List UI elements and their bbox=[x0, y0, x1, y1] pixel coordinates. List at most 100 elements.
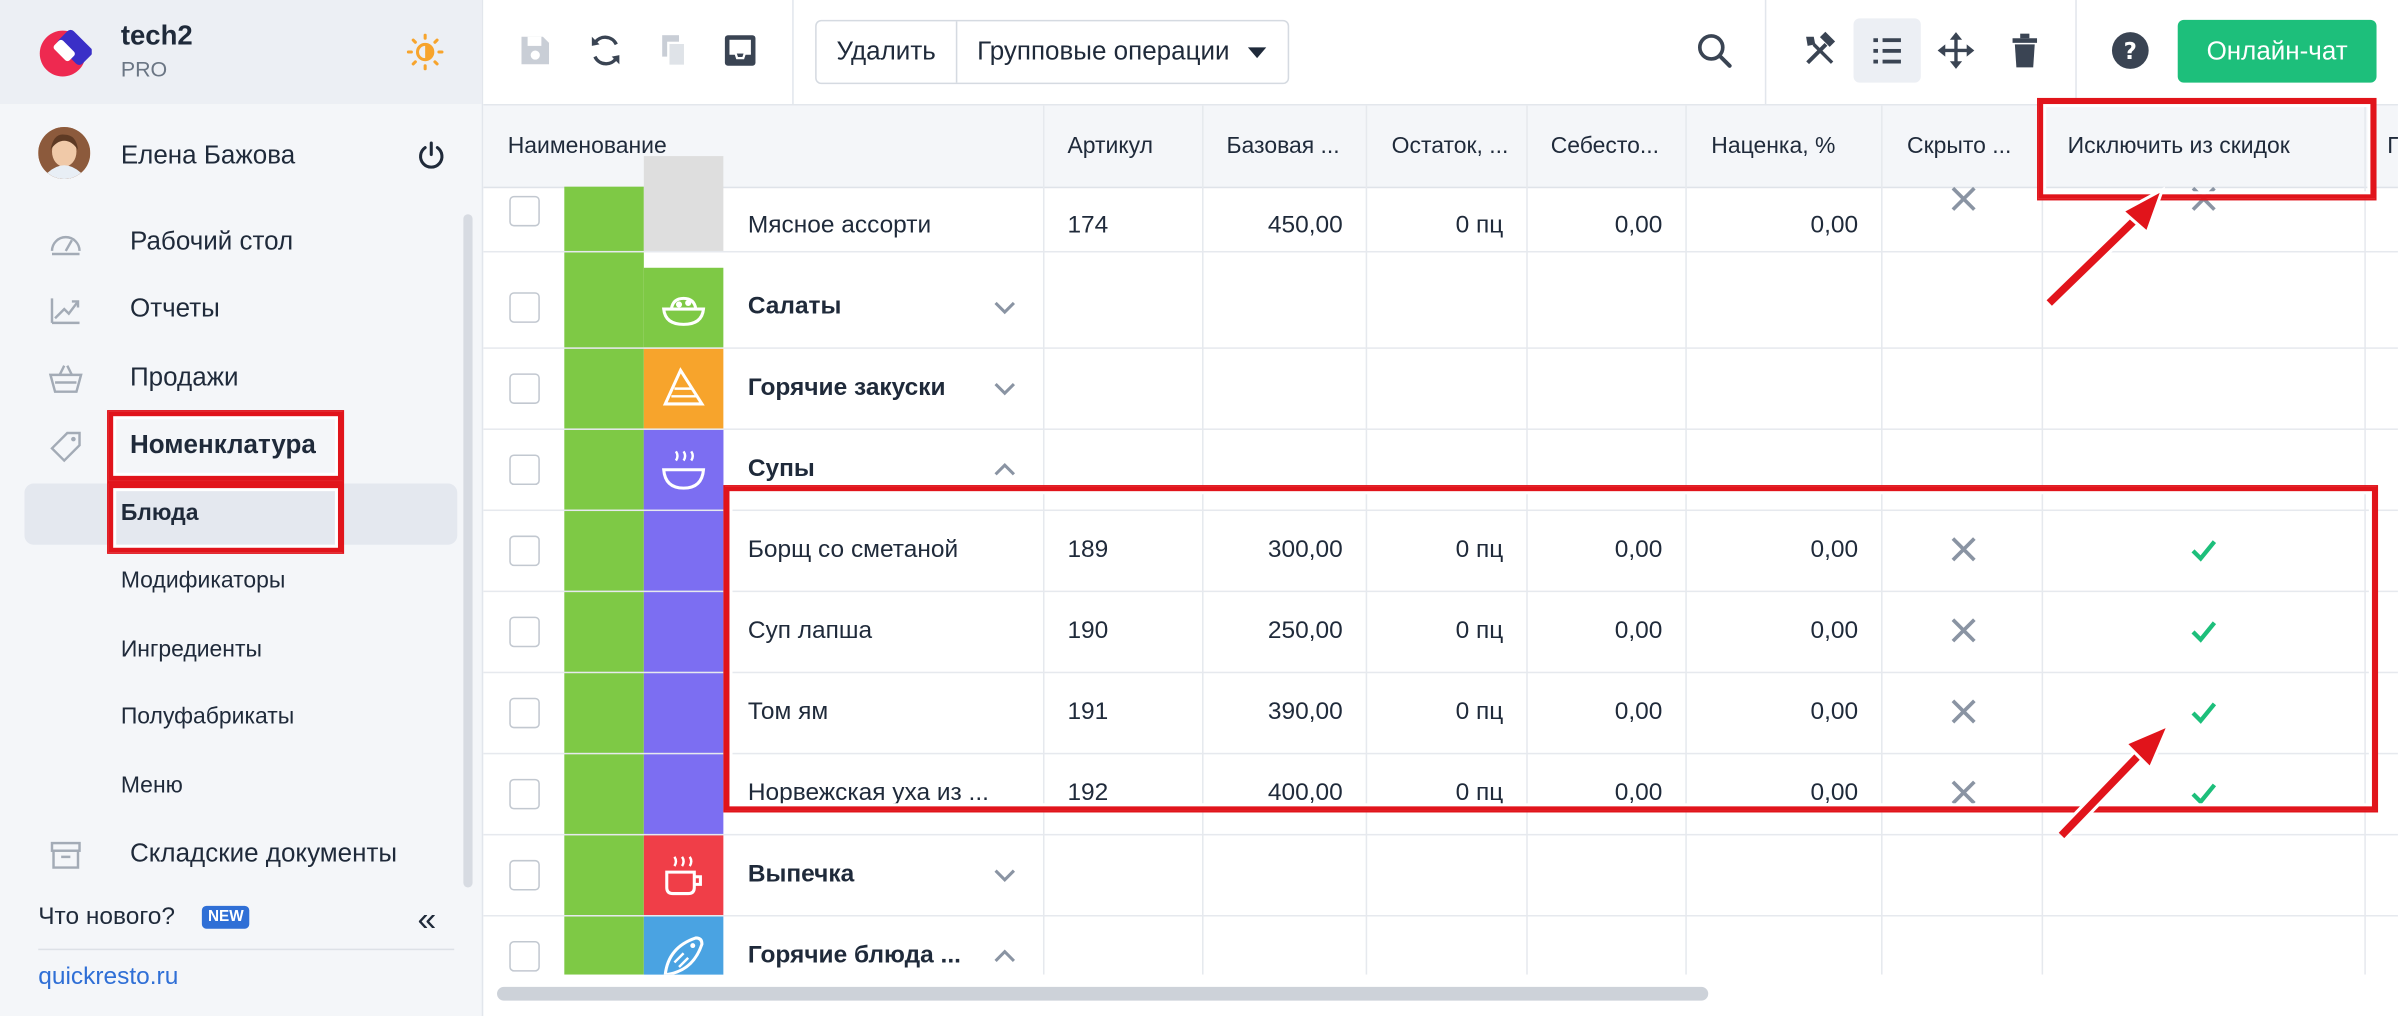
item-markup: 0,00 bbox=[1810, 618, 1859, 645]
toolbar: Удалить Групповые операции ? Онлайн-чат bbox=[483, 0, 2398, 106]
list-view-toggle[interactable] bbox=[1853, 18, 1921, 83]
collapse-sidebar-icon[interactable]: « bbox=[417, 900, 436, 940]
sub-label: Блюда bbox=[120, 500, 199, 527]
item-cost: 0,00 bbox=[1614, 212, 1663, 239]
site-link[interactable]: quickresto.ru bbox=[38, 964, 178, 992]
item-base-price: 250,00 bbox=[1267, 618, 1343, 645]
column-divider bbox=[1526, 105, 1528, 975]
inbox-icon[interactable] bbox=[720, 31, 760, 71]
sub-item-menu[interactable]: Меню bbox=[24, 756, 457, 817]
nav-item-warehouse[interactable]: Складские документы bbox=[0, 823, 459, 884]
row-checkbox[interactable] bbox=[509, 292, 540, 323]
item-stock: 0 пц bbox=[1455, 699, 1504, 726]
sub-item-ingredients[interactable]: Ингредиенты bbox=[24, 620, 457, 681]
category-tile bbox=[643, 267, 724, 348]
group-operations-dropdown[interactable]: Групповые операции bbox=[955, 21, 1288, 83]
item-stock: 0 пц bbox=[1455, 618, 1504, 645]
category-row[interactable]: Горячие блюда ... bbox=[483, 916, 2398, 975]
item-cost: 0,00 bbox=[1614, 699, 1663, 726]
group-operations-label: Групповые операции bbox=[977, 36, 1230, 66]
divider bbox=[1764, 0, 1767, 105]
item-sku: 192 bbox=[1067, 780, 1109, 807]
nav-item-dashboard[interactable]: Рабочий стол bbox=[0, 211, 459, 272]
theme-sun-icon[interactable] bbox=[406, 33, 444, 71]
divider bbox=[38, 948, 455, 951]
item-name: Борщ со сметаной bbox=[747, 537, 959, 564]
item-stock: 0 пц bbox=[1455, 212, 1504, 239]
category-row[interactable]: Горячие закуски bbox=[483, 348, 2398, 430]
sub-item-modifiers[interactable]: Модификаторы bbox=[24, 551, 457, 612]
column-divider bbox=[2364, 105, 2366, 975]
help-icon[interactable]: ? bbox=[2110, 31, 2150, 71]
category-row[interactable]: Супы bbox=[483, 429, 2398, 512]
nav-item-nomenclature[interactable]: Номенклатура bbox=[0, 415, 459, 476]
row-checkbox[interactable] bbox=[509, 535, 540, 567]
row-checkbox[interactable] bbox=[509, 859, 540, 891]
row-checkbox[interactable] bbox=[509, 697, 540, 729]
row-checkbox[interactable] bbox=[509, 454, 540, 486]
row-checkbox[interactable] bbox=[509, 195, 540, 227]
nav-label: Отчеты bbox=[129, 293, 220, 323]
whats-new-link[interactable]: Что нового? bbox=[38, 904, 175, 932]
svg-text:?: ? bbox=[2124, 39, 2137, 65]
sidebar: tech2 PRO Елена Бажова Рабочий стол Отче… bbox=[0, 0, 484, 1016]
chart-icon bbox=[50, 298, 80, 325]
sub-item-dishes[interactable]: Блюда bbox=[24, 483, 458, 545]
logo-icon bbox=[39, 29, 92, 77]
nav-label: Рабочий стол bbox=[129, 226, 294, 256]
copy-icon[interactable] bbox=[655, 31, 695, 71]
move-icon[interactable] bbox=[1936, 31, 1976, 71]
power-icon[interactable] bbox=[416, 141, 447, 172]
save-icon[interactable] bbox=[515, 31, 555, 71]
item-name: Том ям bbox=[747, 699, 829, 726]
column-divider bbox=[1881, 105, 1883, 975]
column-divider bbox=[1685, 105, 1687, 975]
online-chat-button[interactable]: Онлайн-чат bbox=[2177, 19, 2377, 83]
category-tile bbox=[643, 348, 724, 429]
category-name: Горячие блюда ... bbox=[747, 942, 961, 969]
item-base-price: 400,00 bbox=[1267, 780, 1343, 807]
annotation-arrow bbox=[2044, 186, 2166, 308]
nav-label: Складские документы bbox=[129, 838, 398, 868]
item-cost: 0,00 bbox=[1614, 537, 1663, 564]
column-divider bbox=[1042, 105, 1045, 975]
item-markup: 0,00 bbox=[1810, 537, 1859, 564]
nav-label: Номенклатура bbox=[129, 429, 316, 460]
dashboard-icon bbox=[50, 235, 81, 256]
item-cost: 0,00 bbox=[1614, 618, 1663, 645]
row-checkbox[interactable] bbox=[509, 778, 540, 810]
item-sku: 174 bbox=[1067, 212, 1109, 239]
trash-icon[interactable] bbox=[2005, 31, 2045, 71]
item-markup: 0,00 bbox=[1810, 699, 1859, 726]
row-checkbox[interactable] bbox=[509, 616, 540, 648]
item-stock: 0 пц bbox=[1455, 780, 1504, 807]
refresh-icon[interactable] bbox=[586, 31, 626, 71]
row-checkbox[interactable] bbox=[509, 941, 540, 972]
category-name: Горячие закуски bbox=[747, 374, 946, 401]
item-sku: 190 bbox=[1067, 618, 1109, 645]
tools-icon[interactable] bbox=[1800, 31, 1840, 71]
sub-label: Ингредиенты bbox=[120, 636, 262, 663]
row-checkbox[interactable] bbox=[509, 373, 540, 404]
nav-label: Продажи bbox=[129, 362, 239, 392]
sub-label: Модификаторы bbox=[120, 567, 286, 594]
table-row[interactable]: Суп лапша 190 250,00 0 пц 0,00 0,00 bbox=[483, 592, 2398, 674]
table-row[interactable]: Борщ со сметаной 189 300,00 0 пц 0,00 0,00 bbox=[483, 511, 2398, 593]
annotation-arrow bbox=[2056, 722, 2172, 841]
user-profile[interactable]: Елена Бажова bbox=[0, 122, 482, 189]
divider bbox=[792, 0, 794, 105]
horizontal-scrollbar[interactable] bbox=[497, 986, 1709, 1001]
list-icon bbox=[1873, 38, 1901, 64]
item-markup: 0,00 bbox=[1810, 780, 1859, 807]
item-base-price: 300,00 bbox=[1267, 537, 1343, 564]
category-tile bbox=[643, 835, 724, 915]
sidebar-scrollbar[interactable] bbox=[463, 214, 473, 888]
item-cost: 0,00 bbox=[1614, 780, 1663, 807]
search-icon[interactable] bbox=[1694, 31, 1734, 71]
basket-icon bbox=[48, 365, 83, 393]
column-divider bbox=[1202, 105, 1204, 975]
sub-item-semi-finished[interactable]: Полуфабрикаты bbox=[24, 687, 457, 748]
nav-item-sales[interactable]: Продажи bbox=[0, 347, 459, 408]
nav-item-reports[interactable]: Отчеты bbox=[0, 278, 459, 339]
delete-button[interactable]: Удалить bbox=[817, 21, 956, 82]
